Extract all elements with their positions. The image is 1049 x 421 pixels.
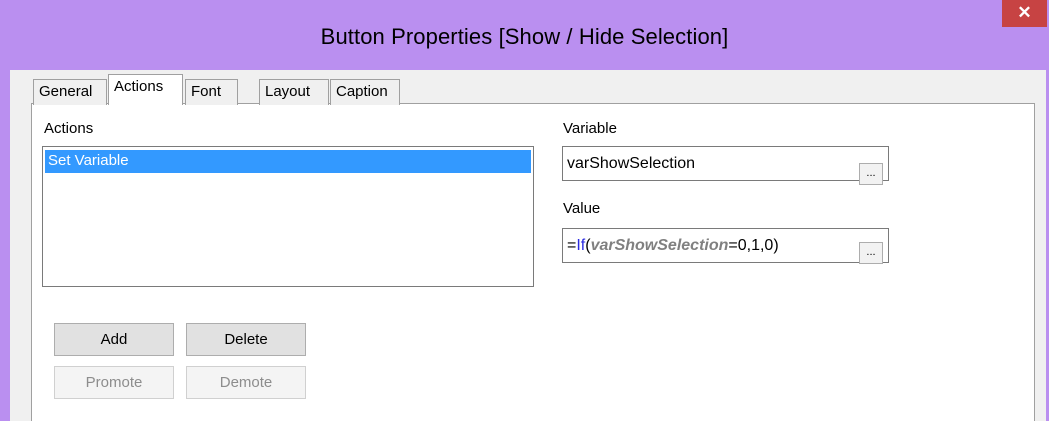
value-label: Value [563,200,601,217]
add-button[interactable]: Add [54,323,174,356]
value-expression-input[interactable]: =If(varShowSelection=0,1,0) [562,228,889,263]
tab-layout[interactable]: Layout [259,79,329,105]
expression-rest: =0,1,0) [728,237,779,254]
variable-browse-button[interactable]: ... [859,163,883,185]
expression-variable: varShowSelection [590,237,729,254]
actions-label: Actions [44,120,94,137]
variable-input[interactable]: varShowSelection [562,146,889,181]
delete-button[interactable]: Delete [186,323,306,356]
list-item[interactable]: Set Variable [45,150,531,173]
tab-caption[interactable]: Caption [330,79,400,105]
close-button[interactable]: ✕ [1002,0,1047,27]
title-bar[interactable]: Button Properties [Show / Hide Selection… [0,0,1049,70]
variable-label: Variable [563,120,617,137]
value-browse-button[interactable]: ... [859,242,883,264]
promote-button[interactable]: Promote [54,366,174,399]
actions-listbox[interactable]: Set Variable [42,146,534,287]
tab-actions[interactable]: Actions [108,74,183,105]
window-title: Button Properties [Show / Hide Selection… [320,24,729,49]
tab-general[interactable]: General [33,79,107,105]
dialog-window: Button Properties [Show / Hide Selection… [0,0,1049,421]
tab-font[interactable]: Font [185,79,238,105]
close-icon: ✕ [1017,3,1032,22]
expression-function: If [576,237,586,254]
expression-equals: = [567,237,577,254]
demote-button[interactable]: Demote [186,366,306,399]
